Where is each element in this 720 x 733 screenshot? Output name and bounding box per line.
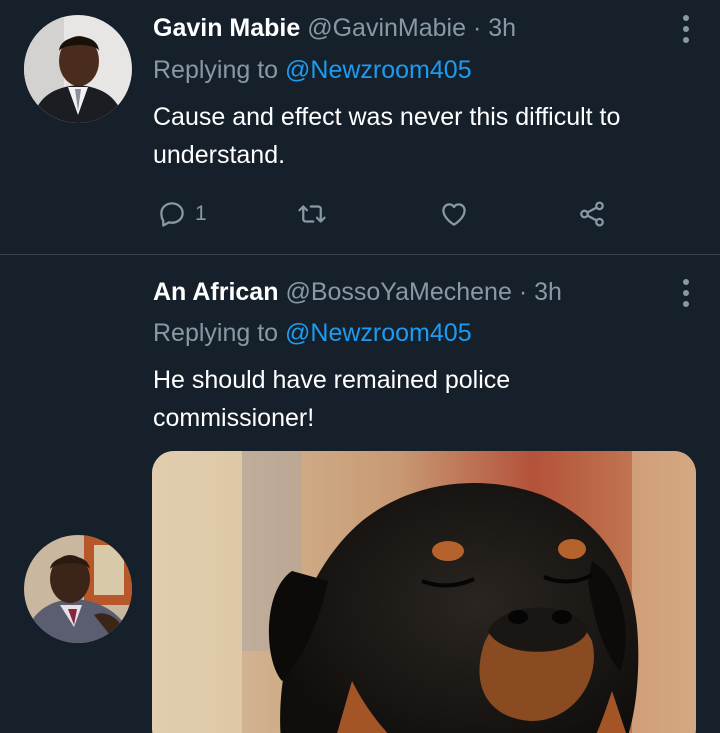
avatar[interactable] — [24, 15, 132, 123]
like-icon — [442, 203, 466, 226]
tweet[interactable]: An African @BossoYaMechene · 3h Replying… — [0, 255, 720, 733]
replying-to-link[interactable]: @Newzroom405 — [285, 319, 472, 347]
replying-to-prefix: Replying to — [153, 56, 279, 84]
user-handle[interactable]: @GavinMabie — [307, 14, 466, 42]
display-name[interactable]: An African — [153, 278, 278, 306]
user-handle[interactable]: @BossoYaMechene — [285, 278, 511, 306]
retweet-icon — [298, 205, 326, 223]
reply-count: 1 — [195, 202, 207, 225]
tweet-actions: 1 — [153, 196, 613, 232]
timestamp[interactable]: 3h — [488, 14, 516, 42]
replying-to-prefix: Replying to — [153, 319, 279, 347]
tweet-text: Cause and effect was never this difficul… — [153, 103, 621, 169]
tweet-media-image[interactable] — [152, 451, 696, 733]
reply-icon — [160, 202, 184, 227]
share-icon — [580, 201, 604, 227]
separator-dot: · — [518, 278, 528, 306]
display-name[interactable]: Gavin Mabie — [153, 14, 300, 42]
tweet-header: An African @BossoYaMechene · 3h — [153, 276, 562, 308]
tweet-text: He should have remained police commissio… — [153, 366, 511, 432]
timestamp[interactable]: 3h — [534, 278, 562, 306]
replying-to-line: Replying to @Newzroom405 — [153, 54, 472, 86]
like-button[interactable] — [439, 196, 469, 232]
tweet-header: Gavin Mabie @GavinMabie · 3h — [153, 12, 516, 44]
avatar[interactable] — [24, 535, 132, 643]
replying-to-line: Replying to @Newzroom405 — [153, 317, 472, 349]
replying-to-link[interactable]: @Newzroom405 — [285, 56, 472, 84]
separator-dot: · — [472, 14, 482, 42]
reply-button[interactable]: 1 — [157, 196, 207, 232]
retweet-button[interactable] — [297, 196, 327, 232]
more-options-icon[interactable] — [682, 279, 690, 307]
more-options-icon[interactable] — [682, 15, 690, 43]
tweet[interactable]: Gavin Mabie @GavinMabie · 3h Replying to… — [0, 0, 720, 255]
share-button[interactable] — [577, 196, 607, 232]
